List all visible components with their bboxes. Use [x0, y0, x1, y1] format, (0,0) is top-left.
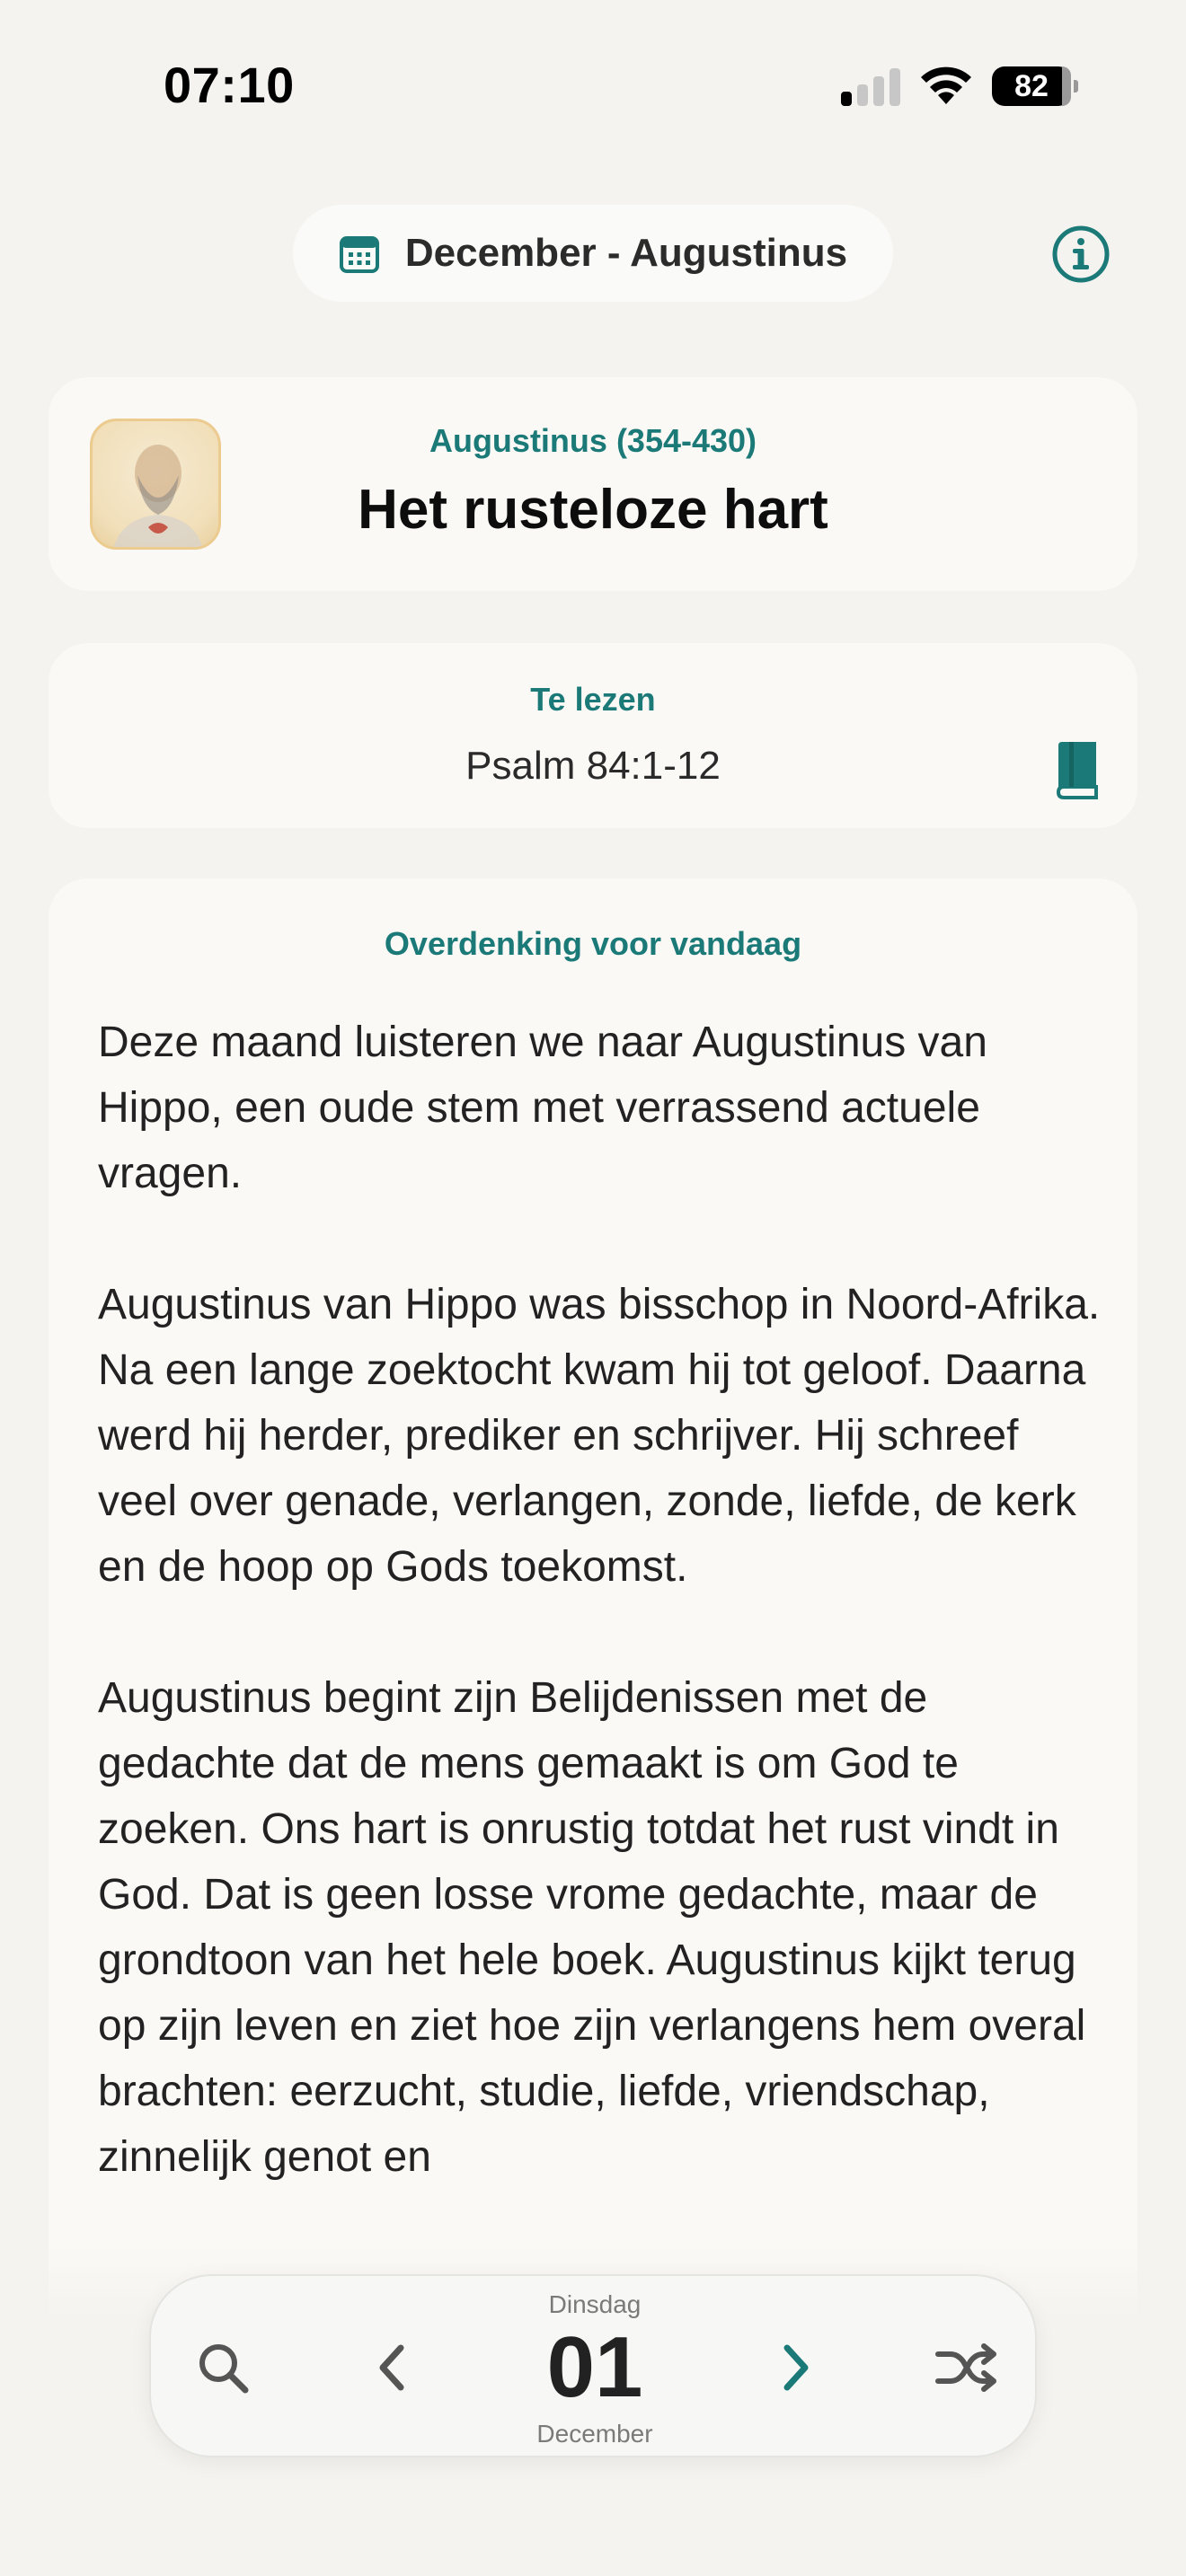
status-time: 07:10 [164, 57, 295, 113]
shuffle-button[interactable] [931, 2332, 1003, 2404]
calendar-icon [339, 236, 379, 273]
reading-card: Te lezen Psalm 84:1-12 [49, 643, 1137, 828]
search-button[interactable] [187, 2332, 259, 2404]
page-title: Het rusteloze hart [358, 479, 828, 541]
previous-day-button[interactable] [356, 2332, 428, 2404]
signal-icon [841, 68, 900, 106]
reading-label: Te lezen [530, 681, 656, 718]
date-day: 01 [546, 2319, 643, 2415]
devotion-card: Overdenking voor vandaag Deze maand luis… [49, 878, 1137, 2405]
shuffle-icon [935, 2343, 996, 2392]
search-icon [199, 2344, 249, 2394]
chevron-right-icon [783, 2344, 809, 2391]
status-bar: 07:10 82 [0, 0, 1186, 171]
month-label: December - Augustinus [404, 231, 848, 275]
date-weekday: Dinsdag [548, 2290, 642, 2318]
devotion-paragraph: Augustinus van Hippo was bisschop in Noo… [98, 1281, 1101, 1591]
title-card: Augustinus (354-430) Het rusteloze hart [49, 377, 1137, 591]
author-name: Augustinus (354-430) [429, 422, 757, 459]
devotion-label: Overdenking voor vandaag [384, 925, 802, 962]
next-day-button[interactable] [760, 2332, 832, 2404]
month-selector-button[interactable]: December - Augustinus [293, 205, 893, 302]
bottom-navigation: Dinsdag 01 December [149, 2274, 1037, 2457]
battery-level: 82 [1014, 69, 1049, 103]
reading-reference[interactable]: Psalm 84:1-12 [49, 744, 1137, 789]
devotion-paragraph: Augustinus begint zijn Belijdenissen met… [98, 1674, 1086, 2181]
date-month: December [536, 2420, 653, 2448]
info-icon[interactable] [1051, 225, 1111, 284]
wifi-icon [921, 66, 971, 104]
chevron-left-icon [379, 2344, 404, 2391]
devotion-text: Deze maand luisteren we naar Augustinus … [98, 1010, 1104, 2255]
devotion-paragraph: Deze maand luisteren we naar Augustinus … [98, 1019, 987, 1197]
date-display[interactable]: Dinsdag 01 December [451, 2276, 739, 2459]
book-icon[interactable] [1051, 740, 1105, 799]
battery-icon: 82 [992, 66, 1078, 106]
